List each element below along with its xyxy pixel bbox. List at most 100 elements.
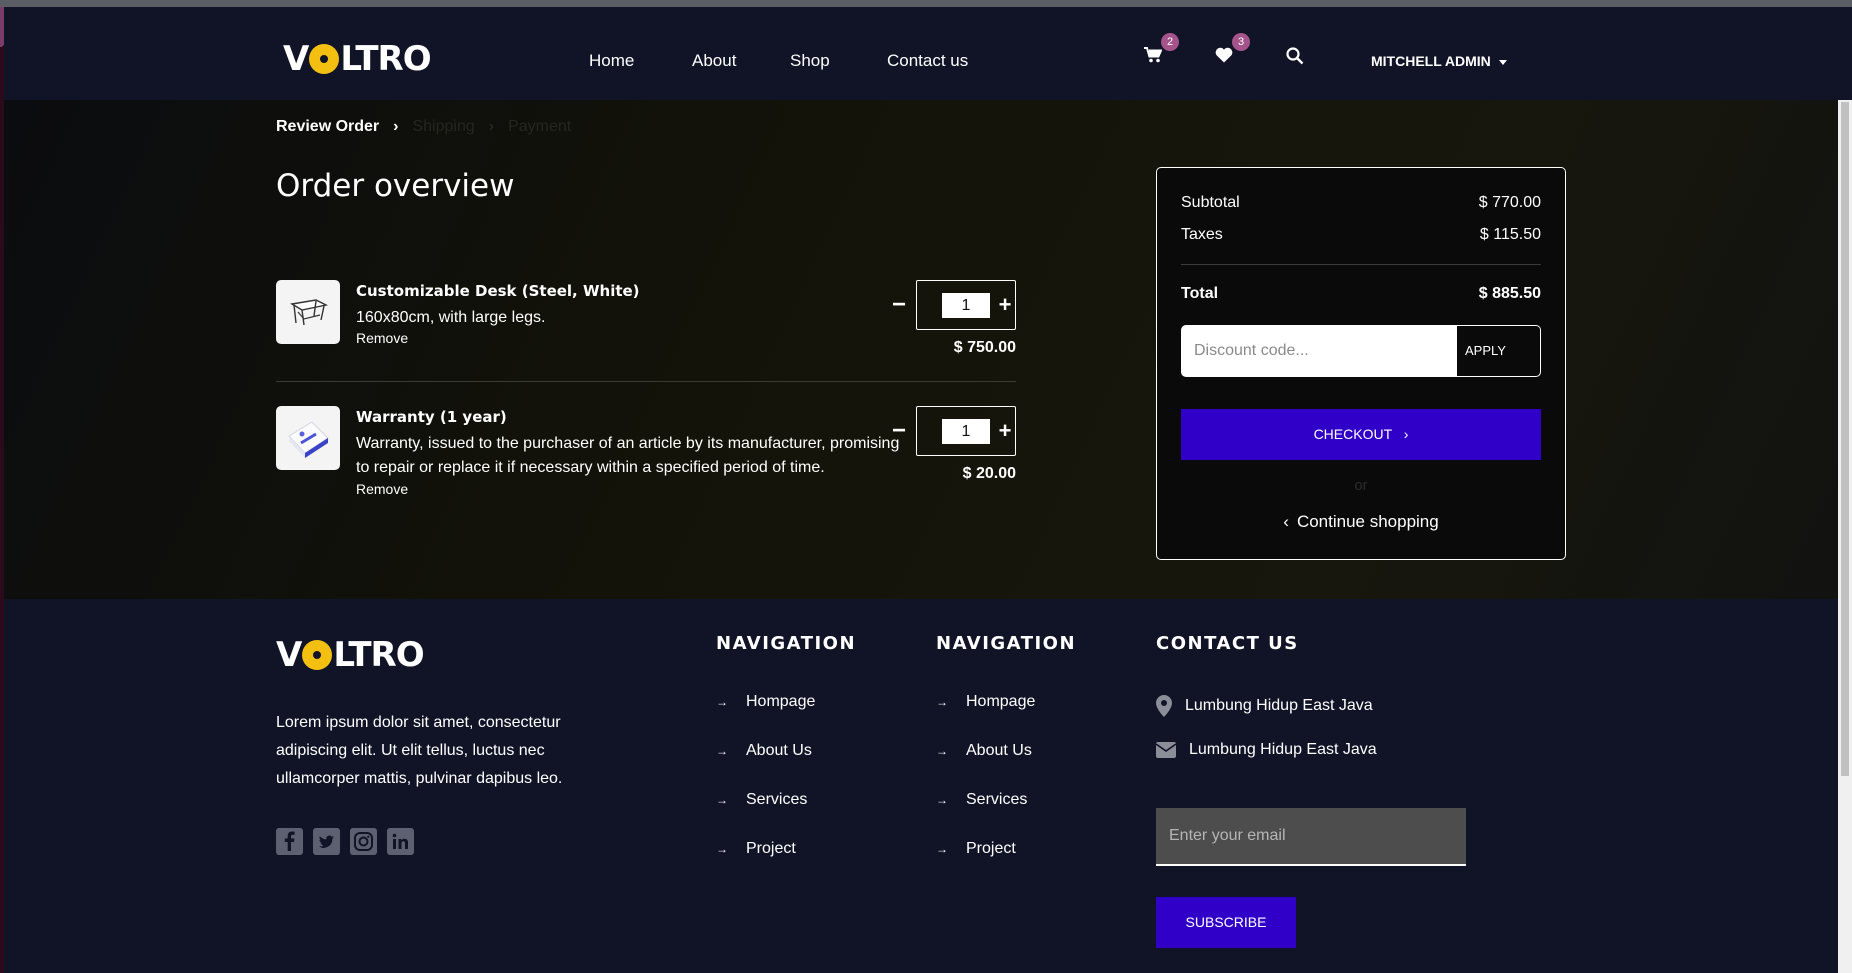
plus-icon[interactable]: + [995,417,1015,445]
plus-icon[interactable]: + [995,291,1015,319]
address-text: Lumbung Hidup East Java [1185,697,1373,714]
logo-text-post: LTRO [340,39,431,79]
contact-address: Lumbung Hidup East Java [1156,695,1373,717]
search-icon [1286,47,1304,65]
contact-email: Lumbung Hidup East Java [1156,741,1377,759]
wishlist-button[interactable]: 3 [1215,33,1250,69]
arrow-right-icon: → [936,793,948,807]
footer-nav2-title: NAVIGATION [936,633,1077,654]
product-image[interactable] [276,406,340,470]
envelope-icon [1156,742,1176,758]
arrow-right-icon: → [716,695,728,709]
quantity-stepper: − + [892,406,1016,456]
map-pin-icon [1156,695,1172,717]
footer-nav-item[interactable]: → About Us [716,742,815,791]
footer-nav-item[interactable]: → Project [716,840,815,889]
breadcrumb-review-order[interactable]: Review Order [276,118,379,136]
twitter-icon[interactable] [313,828,340,855]
breadcrumb-payment: Payment [508,118,572,135]
email-text[interactable]: Lumbung Hidup East Java [1189,741,1377,759]
subscribe-button[interactable]: SUBSCRIBE [1156,897,1296,948]
item-price: $ 750.00 [953,339,1016,356]
item-divider [276,381,1016,382]
checkout-button[interactable]: CHECKOUT › [1181,409,1541,460]
logo-o-disc-icon [309,44,340,74]
cart-button[interactable]: 2 [1144,33,1179,69]
footer-nav1-title: NAVIGATION [716,633,857,654]
nav-home[interactable]: Home [589,51,634,71]
total-row: Total $ 885.50 [1181,285,1541,303]
cart-icon [1144,47,1163,63]
arrow-right-icon: → [936,744,948,758]
site-footer: V LTRO Lorem ipsum dolor sit amet, consec… [4,599,1838,973]
chevron-right-icon: › [393,118,399,135]
cart-count-badge: 2 [1161,33,1179,51]
chevron-right-icon: › [1403,426,1409,442]
continue-shopping-label: Continue shopping [1296,512,1439,531]
instagram-icon[interactable] [350,828,377,855]
footer-nav-label: About Us [746,742,812,759]
facebook-icon[interactable] [276,828,303,855]
subtotal-value: $ 770.00 [1478,194,1541,211]
wishlist-count-badge: 3 [1232,33,1250,51]
footer-nav-item[interactable]: → Services [936,791,1035,840]
footer-nav2-list: → Hompage → About Us → Services → Project [936,693,1035,889]
discount-form: APPLY [1181,325,1541,377]
warranty-box-icon [288,421,329,458]
footer-nav-item[interactable]: → About Us [936,742,1035,791]
footer-about-text: Lorem ipsum dolor sit amet, consectetur … [276,714,563,787]
item-name[interactable]: Warranty (1 year) [356,408,507,426]
footer-nav1-list: → Hompage → About Us → Services → Project [716,693,815,889]
subtotal-label: Subtotal [1181,194,1240,211]
cart-item: Warranty (1 year) Warranty, issued to th… [276,406,1016,497]
footer-nav-label: Hompage [746,693,816,710]
footer-nav-item[interactable]: → Hompage [936,693,1035,742]
arrow-right-icon: → [936,695,948,709]
footer-nav-item[interactable]: → Services [716,791,815,840]
discount-code-input[interactable] [1182,326,1456,376]
minus-icon[interactable]: − [889,291,909,319]
nav-about[interactable]: About [692,51,736,71]
arrow-right-icon: → [716,744,728,758]
footer-nav-item[interactable]: → Project [936,840,1035,889]
continue-shopping-link[interactable]: ‹ Continue shopping [1157,512,1565,532]
footer-nav-label: Project [746,840,796,857]
footer-nav-label: Services [746,791,808,808]
page-scrollbar[interactable] [1838,100,1852,973]
newsletter-email-field [1156,808,1466,866]
total-value: $ 885.50 [1478,285,1541,302]
apply-button[interactable]: APPLY [1456,326,1540,376]
search-button[interactable] [1286,47,1308,69]
quantity-stepper: − + [892,280,1016,330]
cart-item: Customizable Desk (Steel, White) 160x80c… [276,280,1016,360]
minus-icon[interactable]: − [889,417,909,445]
footer-contact-title: CONTACT US [1156,633,1299,654]
arrow-right-icon: → [716,793,728,807]
subtotal-row: Subtotal $ 770.00 [1181,194,1541,212]
site-logo[interactable]: V LTRO [283,37,432,81]
linkedin-icon[interactable] [387,828,414,855]
quantity-input[interactable] [942,293,990,318]
nav-shop[interactable]: Shop [790,51,830,71]
chevron-down-icon [1498,59,1507,65]
item-description: Warranty, issued to the purchaser of an … [356,435,900,476]
logo-text-pre: V [283,39,309,79]
product-image[interactable] [276,280,340,344]
summary-divider [1181,264,1541,265]
item-name[interactable]: Customizable Desk (Steel, White) [356,282,640,300]
footer-logo[interactable]: V LTRO [276,633,425,677]
breadcrumb-shipping: Shipping [412,118,475,135]
remove-link[interactable]: Remove [356,330,408,346]
desk-icon [290,299,329,326]
quantity-input[interactable] [942,419,990,444]
checkout-label: CHECKOUT [1313,426,1392,442]
arrow-right-icon: → [716,842,728,856]
remove-link[interactable]: Remove [356,481,408,497]
site-header: V LTRO Home About Shop Contact us 2 3 MIT… [4,7,1852,100]
footer-nav-label: Services [966,791,1028,808]
newsletter-email-input[interactable] [1156,808,1466,864]
nav-contact-us[interactable]: Contact us [887,51,968,71]
scrollbar-thumb[interactable] [1841,102,1849,776]
footer-nav-item[interactable]: → Hompage [716,693,815,742]
user-menu[interactable]: MITCHELL ADMIN [1371,53,1507,69]
